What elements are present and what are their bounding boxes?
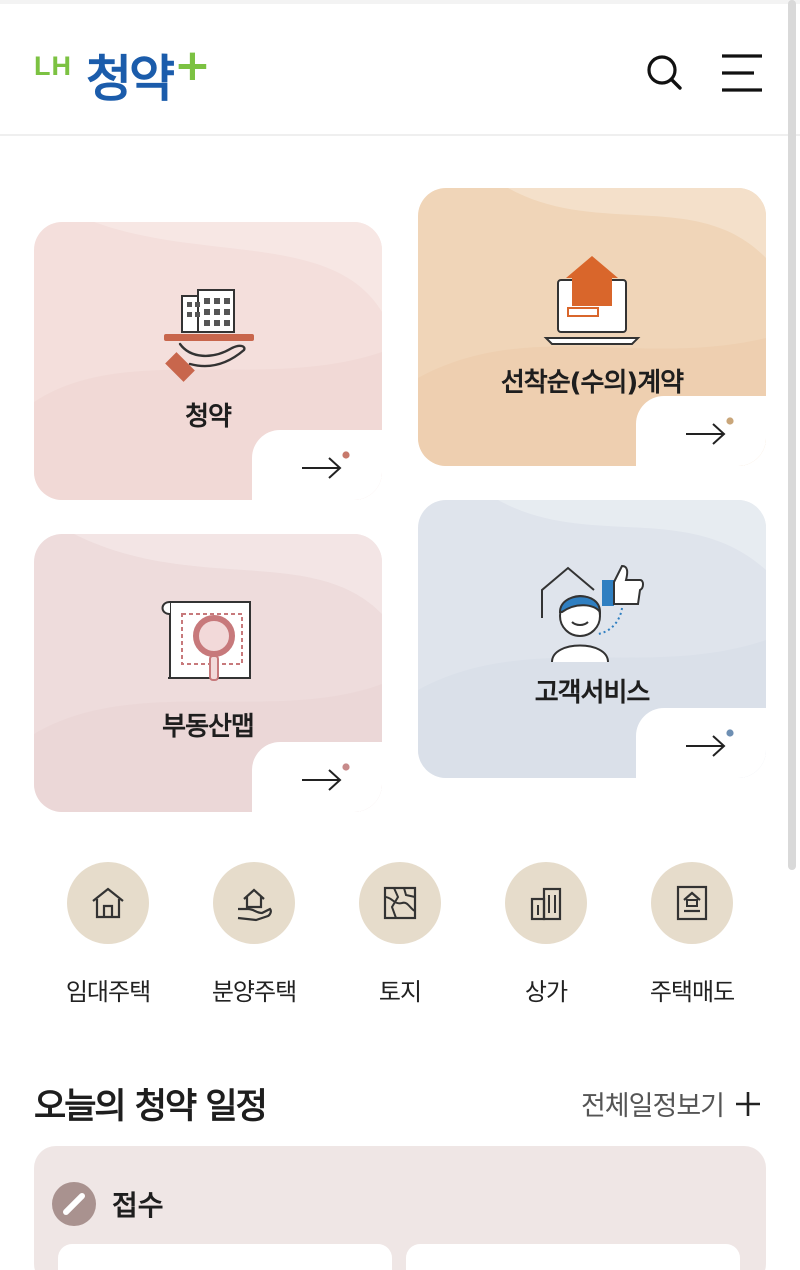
scrollbar[interactable] [788, 0, 796, 870]
house-icon [92, 887, 124, 919]
category-sale-housing[interactable]: 분양주택 [181, 862, 327, 1007]
arrow-right-icon[interactable] [296, 450, 352, 480]
card-subscription[interactable]: 청약 [34, 222, 382, 500]
accent-dot [726, 729, 734, 737]
category-commercial[interactable]: 상가 [473, 862, 619, 1007]
app-header: LH 청약 + [0, 4, 800, 136]
category-label: 토지 [378, 978, 422, 1006]
category-label: 주택매도 [649, 978, 735, 1006]
map-magnifier-icon [161, 601, 251, 681]
card-title: 부동산맵 [162, 712, 255, 742]
pencil-icon [63, 1193, 85, 1215]
card-title: 청약 [185, 402, 232, 432]
card-title: 고객서비스 [534, 678, 651, 708]
schedule-item[interactable] [58, 1244, 392, 1270]
arrow-right-icon[interactable] [680, 728, 736, 758]
house-hand-icon [237, 888, 272, 922]
view-all-schedule-link[interactable]: 전체일정보기 [581, 1084, 762, 1123]
category-row: 임대주택 분양주택 토지 상가 주택매도 [0, 862, 800, 1012]
category-house-sale[interactable]: 주택매도 [619, 862, 765, 1007]
logo-main-text: 청약 [86, 50, 175, 108]
category-circle [359, 862, 441, 944]
menu-button[interactable] [716, 48, 768, 98]
card-real-estate-map[interactable]: 부동산맵 [34, 534, 382, 812]
category-land[interactable]: 토지 [327, 862, 473, 1007]
arrow-right-icon[interactable] [296, 762, 352, 792]
schedule-panel: 접수 [34, 1146, 766, 1270]
category-circle [213, 862, 295, 944]
category-circle [505, 862, 587, 944]
lh-logo[interactable]: LH 청약 + [34, 38, 211, 110]
accent-dot [726, 417, 734, 425]
accent-dot [342, 451, 350, 459]
category-label: 분양주택 [211, 978, 297, 1006]
logo-lh-text: LH [34, 51, 72, 81]
receipt-status-badge [52, 1182, 96, 1226]
logo-plus-text: + [174, 40, 211, 91]
customer-thumbs-up-icon [541, 564, 644, 663]
laptop-house-icon [543, 256, 641, 345]
search-button[interactable] [640, 48, 690, 98]
schedule-title: 오늘의 청약 일정 [34, 1087, 268, 1127]
card-title: 선착순(수의)계약 [500, 368, 684, 398]
house-document-icon [676, 885, 708, 921]
schedule-status-label: 접수 [112, 1189, 164, 1222]
category-circle [651, 862, 733, 944]
category-label: 임대주택 [65, 978, 151, 1006]
view-all-label: 전체일정보기 [580, 1091, 725, 1122]
category-rental-housing[interactable]: 임대주택 [35, 862, 181, 1007]
category-label: 상가 [524, 978, 568, 1006]
accent-dot [342, 763, 350, 771]
plus-icon [736, 1091, 760, 1116]
building-icon [530, 887, 562, 921]
schedule-item[interactable] [406, 1244, 740, 1270]
building-hand-icon [164, 289, 254, 382]
category-circle [67, 862, 149, 944]
card-customer-service[interactable]: 고객서비스 [418, 500, 766, 778]
search-icon [647, 55, 682, 90]
hamburger-menu-icon [722, 54, 762, 92]
land-map-icon [383, 886, 417, 920]
card-first-come-contract[interactable]: 선착순(수의)계약 [418, 188, 766, 466]
arrow-right-icon[interactable] [680, 416, 736, 446]
